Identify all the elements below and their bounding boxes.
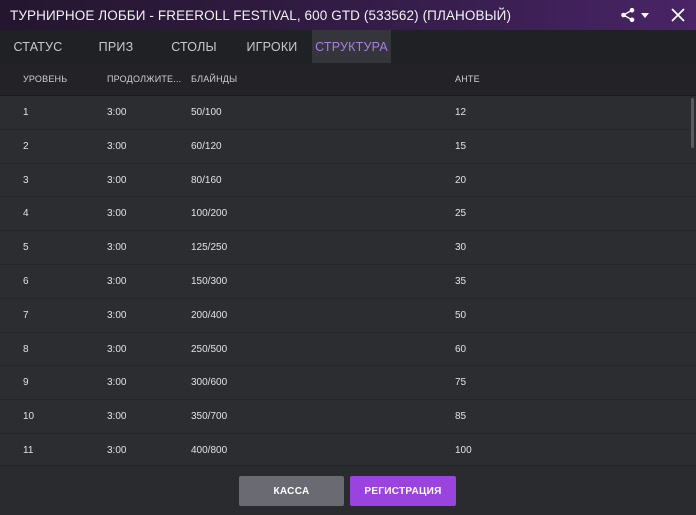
cell-duration: 3:00 [107, 107, 127, 118]
cell-ante: 100 [455, 444, 472, 456]
cell-level: 3 [23, 174, 29, 186]
cell-level: 2 [23, 140, 29, 152]
share-icon [621, 7, 635, 23]
cell-duration: 3:00 [107, 140, 127, 152]
table-row: 8 3:00 250/500 60 [0, 333, 696, 367]
cell-duration: 3:00 [107, 444, 127, 456]
table-row: 5 3:00 125/250 30 [0, 231, 696, 265]
cell-duration: 3:00 [107, 377, 127, 389]
cell-ante: 20 [455, 174, 467, 186]
table-row: 1 3:00 50/100 12 [0, 96, 696, 130]
tab-players[interactable]: ИГРОКИ [232, 30, 312, 63]
cell-blinds: 50/100 [191, 107, 222, 118]
cell-ante: 50 [455, 309, 467, 321]
cell-blinds: 80/160 [191, 174, 222, 186]
cell-ante: 35 [455, 275, 467, 287]
tab-structure[interactable]: СТРУКТУРА [312, 30, 391, 63]
header-level[interactable]: УРОВЕНЬ [23, 74, 67, 84]
table-row: 11 3:00 400/800 100 [0, 434, 696, 465]
cell-duration: 3:00 [107, 343, 127, 355]
cell-duration: 3:00 [107, 242, 127, 254]
header-duration[interactable]: ПРОДОЛЖИТЕ... [107, 74, 181, 84]
cell-level: 11 [23, 444, 34, 456]
register-button[interactable]: РЕГИСТРАЦИЯ [350, 476, 456, 506]
tab-status[interactable]: СТАТУС [0, 30, 76, 63]
cell-ante: 12 [455, 107, 467, 118]
cell-ante: 15 [455, 140, 467, 152]
tab-tables[interactable]: СТОЛЫ [156, 30, 232, 63]
cell-ante: 25 [455, 208, 467, 220]
cell-duration: 3:00 [107, 208, 127, 220]
cell-duration: 3:00 [107, 309, 127, 321]
title-bar: ТУРНИРНОЕ ЛОББИ - FREEROLL FESTIVAL, 600… [0, 0, 696, 30]
cell-blinds: 250/500 [191, 343, 228, 355]
cell-level: 1 [23, 107, 29, 118]
tab-prize[interactable]: ПРИЗ [76, 30, 156, 63]
header-blinds[interactable]: БЛАЙНДЫ [191, 74, 237, 84]
window-title: ТУРНИРНОЕ ЛОББИ - FREEROLL FESTIVAL, 600… [10, 7, 512, 23]
table-row: 6 3:00 150/300 35 [0, 265, 696, 299]
table-row: 2 3:00 60/120 15 [0, 130, 696, 164]
cell-duration: 3:00 [107, 275, 127, 287]
cell-duration: 3:00 [107, 174, 127, 186]
structure-table-header: УРОВЕНЬ ПРОДОЛЖИТЕ... БЛАЙНДЫ АНТЕ [0, 63, 696, 96]
cell-blinds: 300/600 [191, 377, 228, 389]
cashier-button[interactable]: КАССА [239, 476, 344, 506]
share-menu-button[interactable] [620, 5, 654, 25]
cell-ante: 85 [455, 411, 467, 423]
cell-level: 9 [23, 377, 29, 389]
chevron-down-icon [641, 13, 649, 18]
cell-blinds: 150/300 [191, 275, 228, 287]
table-row: 9 3:00 300/600 75 [0, 366, 696, 401]
cell-level: 7 [23, 309, 29, 321]
cell-level: 8 [23, 343, 29, 355]
cell-blinds: 125/250 [191, 242, 228, 254]
cell-ante: 60 [455, 343, 467, 355]
cell-blinds: 200/400 [191, 309, 228, 321]
cell-blinds: 400/800 [191, 444, 228, 456]
table-row: 7 3:00 200/400 50 [0, 299, 696, 333]
cell-blinds: 60/120 [191, 140, 222, 152]
header-ante[interactable]: АНТЕ [455, 74, 480, 84]
tab-bar: СТАТУС ПРИЗ СТОЛЫ ИГРОКИ СТРУКТУРА [0, 30, 696, 63]
table-row: 10 3:00 350/700 85 [0, 400, 696, 434]
cell-level: 6 [23, 275, 29, 287]
table-row: 3 3:00 80/160 20 [0, 164, 696, 198]
cell-blinds: 100/200 [191, 208, 228, 220]
table-row: 4 3:00 100/200 25 [0, 197, 696, 232]
structure-table-body[interactable]: 1 3:00 50/100 12 2 3:00 60/120 15 3 3:00… [0, 96, 696, 465]
footer-actions: КАССА РЕГИСТРАЦИЯ [0, 465, 696, 515]
cell-level: 4 [23, 208, 29, 220]
scrollbar-thumb[interactable] [691, 98, 694, 148]
cell-level: 5 [23, 242, 29, 254]
cell-level: 10 [23, 411, 35, 423]
vertical-scrollbar[interactable] [690, 96, 695, 465]
cell-ante: 30 [455, 242, 467, 254]
cell-ante: 75 [455, 377, 467, 389]
cell-blinds: 350/700 [191, 411, 228, 423]
close-icon[interactable] [668, 5, 688, 25]
cell-duration: 3:00 [107, 411, 127, 423]
